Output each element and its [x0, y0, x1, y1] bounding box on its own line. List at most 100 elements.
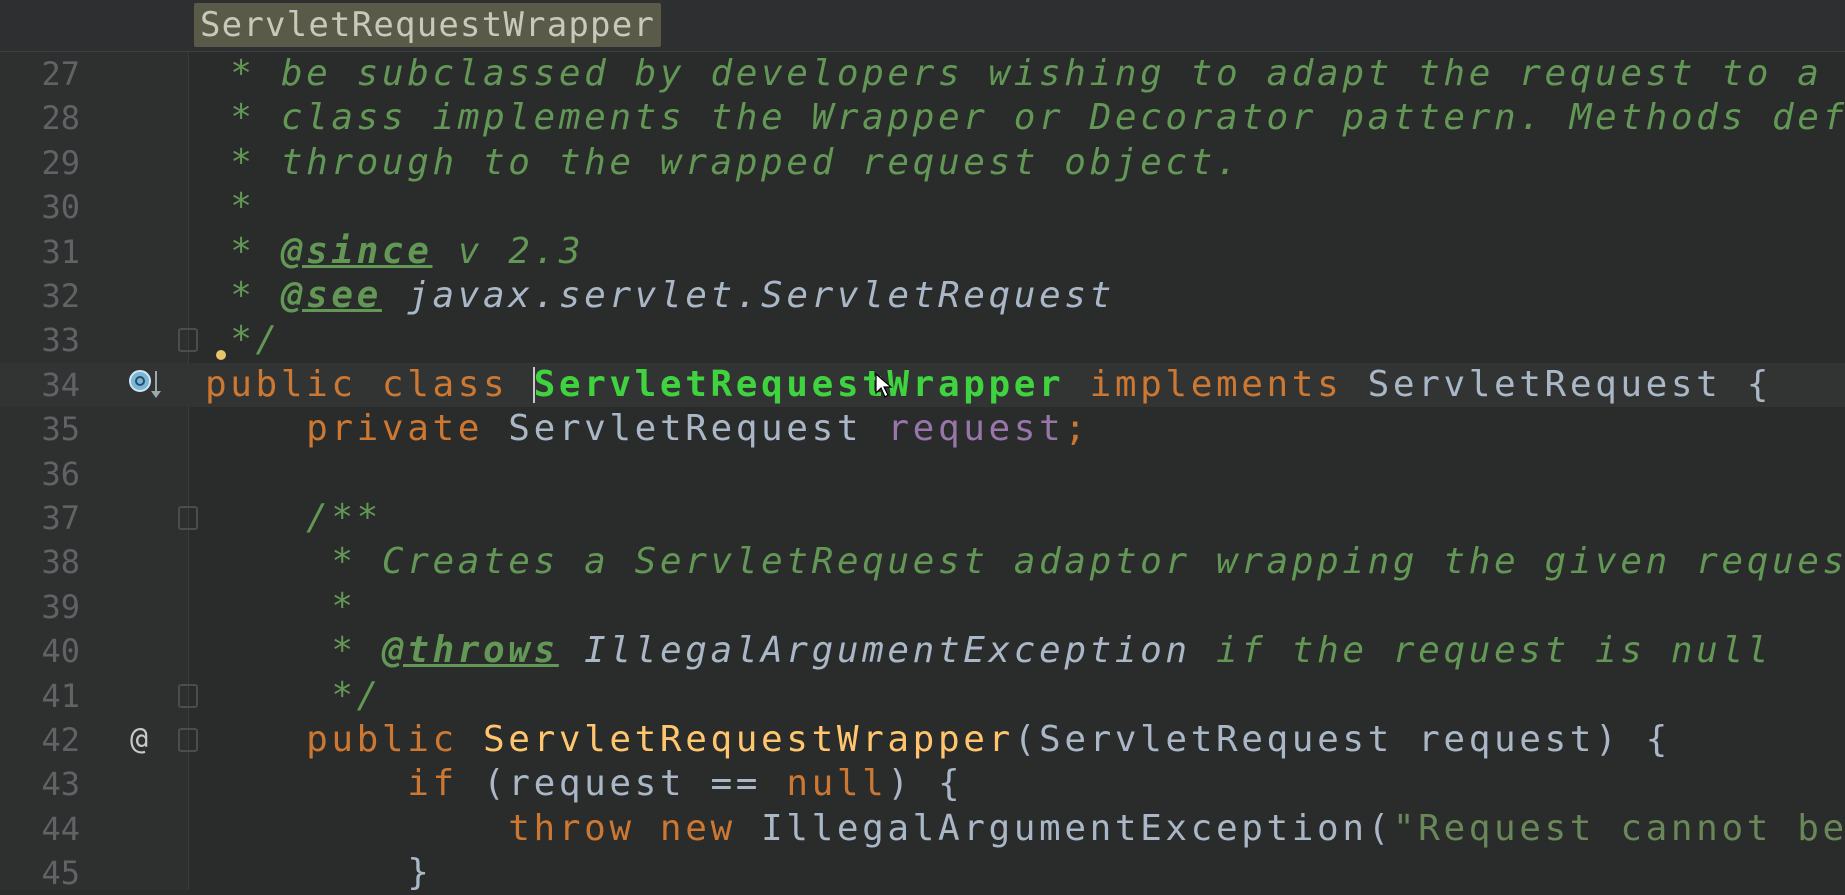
line-number: 44	[41, 809, 80, 848]
code-line[interactable]: 29 * through to the wrapped request obje…	[0, 141, 1845, 185]
code-text[interactable]: */	[205, 674, 382, 718]
code-text[interactable]: * Creates a ServletRequest adaptor wrapp…	[205, 540, 1845, 584]
code-token-ref: javax.servlet.ServletRequest	[381, 275, 1115, 316]
code-line[interactable]: 38 * Creates a ServletRequest adaptor wr…	[0, 540, 1845, 584]
code-line[interactable]: 35 private ServletRequest request;	[0, 407, 1845, 451]
code-token-comment: if the request is null	[1190, 630, 1773, 672]
code-token-plain: ServletRequest	[508, 408, 888, 450]
code-text[interactable]: * @since v 2.3	[205, 230, 584, 274]
code-text[interactable]: throw new IllegalArgumentException("Requ…	[205, 807, 1845, 851]
fold-marker-icon[interactable]	[178, 506, 198, 530]
code-line[interactable]: 40 * @throws IllegalArgumentException if…	[0, 629, 1845, 673]
code-line[interactable]: 44 throw new IllegalArgumentException("R…	[0, 807, 1845, 851]
line-number: 38	[41, 543, 80, 582]
code-line[interactable]: 33 */	[0, 318, 1845, 362]
code-line[interactable]: 45 }	[0, 851, 1845, 895]
line-number: 40	[41, 632, 80, 671]
code-text[interactable]: *	[205, 185, 256, 229]
code-line[interactable]: 43 if (request == null) {	[0, 762, 1845, 806]
code-line[interactable]: 39 *	[0, 585, 1845, 629]
code-token-kw: public class	[205, 363, 534, 405]
code-token-kw: implements	[1064, 363, 1368, 405]
code-text[interactable]: if (request == null) {	[205, 762, 963, 806]
code-text[interactable]: * be subclassed by developers wishing to…	[205, 52, 1845, 96]
line-number: 33	[41, 321, 80, 360]
code-token-comment: /**	[205, 497, 382, 538]
code-token-method: ServletRequestWrapper	[483, 719, 1014, 760]
code-text[interactable]: * @see javax.servlet.ServletRequest	[205, 274, 1115, 318]
fold-marker-icon[interactable]	[178, 328, 198, 353]
code-token-tag: @see	[280, 275, 382, 316]
code-line[interactable]: 31 * @since v 2.3	[0, 230, 1845, 274]
code-line[interactable]: 30 *	[0, 185, 1845, 229]
line-number: 37	[41, 499, 80, 537]
code-token-comment: *	[205, 186, 256, 228]
code-token-comment: v 2.3	[432, 230, 585, 272]
line-number: 27	[41, 55, 80, 93]
code-token-tag: @since	[280, 230, 433, 272]
code-line[interactable]: 32 * @see javax.servlet.ServletRequest	[0, 274, 1845, 318]
line-number: 30	[41, 188, 80, 227]
text-caret	[533, 366, 535, 403]
code-text[interactable]: private ServletRequest request;	[205, 407, 1090, 451]
mouse-cursor-icon	[875, 372, 893, 403]
code-token-comment: * class implements the Wrapper or Decora…	[205, 97, 1845, 139]
code-text[interactable]: *	[205, 585, 357, 629]
code-token-kw: if	[205, 763, 484, 805]
line-number: 28	[41, 99, 80, 138]
code-token-comment: */	[205, 674, 382, 716]
code-text[interactable]: public class ServletRequestWrapper imple…	[205, 363, 1772, 407]
code-line[interactable]: 34 public class ServletRequestWrapper imp…	[0, 362, 1845, 407]
code-token-cls: ServletRequestWrapper	[533, 363, 1065, 405]
code-text[interactable]: * through to the wrapped request object.	[205, 141, 1241, 185]
line-number: 34	[41, 365, 80, 404]
implements-interface-icon[interactable]	[128, 363, 164, 407]
breadcrumb-bar: ServletRequestWrapper	[0, 0, 1845, 52]
code-token-comment: *	[205, 275, 281, 316]
code-token-plain: (ServletRequest request) {	[1013, 719, 1671, 760]
code-token-comment: *	[205, 585, 357, 627]
line-number: 43	[41, 765, 80, 804]
code-token-plain: (request ==	[483, 763, 787, 805]
fold-marker-icon[interactable]	[178, 728, 198, 752]
code-token-plain: IllegalArgumentException(	[761, 807, 1393, 849]
code-text[interactable]: }	[205, 851, 432, 895]
code-token-comment: * through to the wrapped request object.	[205, 141, 1242, 183]
code-text[interactable]: public ServletRequestWrapper(ServletRequ…	[205, 718, 1671, 762]
code-token-kw: null	[786, 763, 888, 805]
code-token-kw: public	[205, 719, 484, 760]
code-line[interactable]: 27 * be subclassed by developers wishing…	[0, 52, 1845, 96]
code-line[interactable]: 37 /**	[0, 496, 1845, 540]
line-number: 32	[41, 277, 80, 315]
code-text[interactable]: * @throws IllegalArgumentException if th…	[205, 629, 1772, 673]
line-number: 31	[41, 232, 80, 271]
code-token-kw: ;	[1064, 408, 1090, 450]
code-text[interactable]: /**	[205, 496, 382, 540]
line-number: 36	[41, 454, 80, 493]
code-token-tag: @throws	[381, 630, 559, 672]
fold-marker-icon[interactable]	[178, 683, 198, 708]
line-number: 42	[41, 721, 80, 759]
line-number: 45	[41, 854, 80, 893]
code-line[interactable]: 36	[0, 452, 1845, 496]
line-number: 35	[41, 410, 80, 449]
code-line[interactable]: 42 public ServletRequestWrapper(ServletR…	[0, 718, 1845, 762]
code-token-ref: IllegalArgumentException	[558, 630, 1191, 672]
code-token-plain: ServletRequest {	[1367, 363, 1773, 405]
code-token-kw: private	[205, 408, 509, 450]
breadcrumb-class[interactable]: ServletRequestWrapper	[194, 3, 662, 47]
code-token-comment: * be subclassed by developers wishing to…	[205, 53, 1845, 94]
code-token-str: "Request cannot be	[1392, 807, 1845, 849]
override-annotation-icon[interactable]: @	[130, 718, 148, 762]
line-number: 41	[41, 676, 80, 715]
code-line[interactable]: 28 * class implements the Wrapper or Dec…	[0, 96, 1845, 140]
code-text[interactable]: * class implements the Wrapper or Decora…	[205, 96, 1845, 140]
code-token-plain: ) {	[887, 763, 964, 805]
code-token-plain: }	[205, 852, 433, 894]
code-token-comment: *	[205, 630, 382, 672]
code-line[interactable]: 41 */	[0, 674, 1845, 718]
line-number: 29	[41, 143, 80, 182]
code-token-comment: *	[205, 230, 281, 272]
code-token-kw: throw new	[205, 807, 762, 849]
code-token-field: request	[887, 408, 1065, 450]
